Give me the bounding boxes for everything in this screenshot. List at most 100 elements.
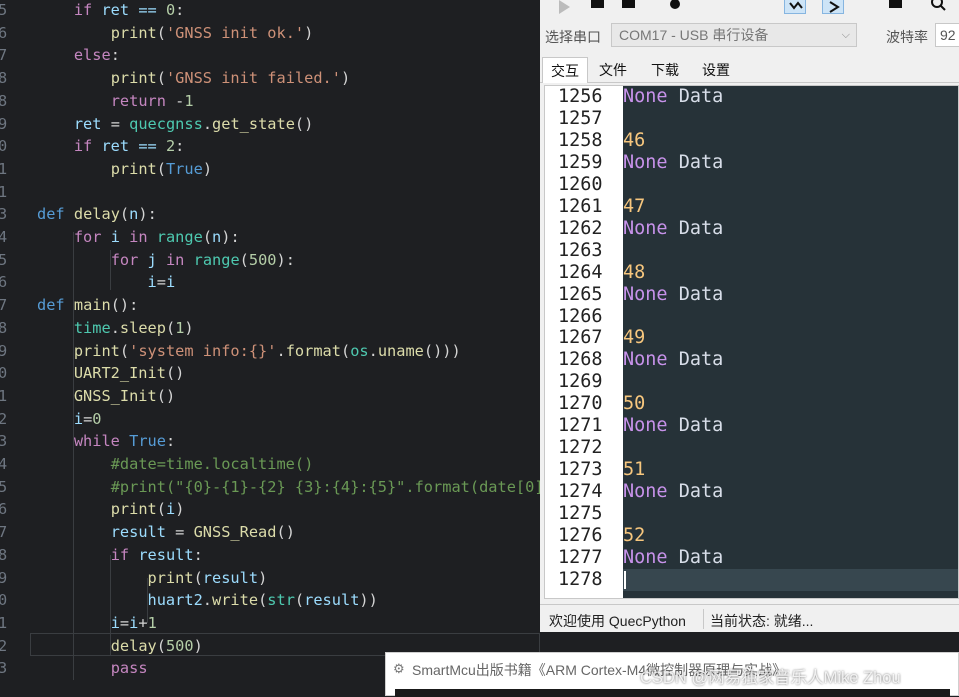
code-token: : [165, 432, 176, 451]
code-text: def delay(n): [37, 203, 157, 226]
code-text: while True: [37, 430, 175, 453]
port-select-value: COM17 - USB 串行设备 [619, 27, 769, 43]
code-token: 2 [165, 137, 176, 156]
code-token: def [37, 296, 65, 315]
console-line: None Data [623, 86, 958, 108]
baud-select-value: 92 [940, 27, 956, 43]
console-line-number-row: 1264 [545, 262, 623, 284]
code-token: ( [258, 591, 268, 610]
code-token: n [129, 205, 139, 224]
console-line-number-row: 1269 [545, 371, 623, 393]
code-text: #date=time.localtime() [37, 453, 314, 476]
code-token: ) [202, 159, 213, 178]
console-line-text: 52 [623, 525, 646, 546]
code-token: . [202, 591, 212, 610]
console-line-number-row: 1257 [545, 108, 623, 130]
code-text: huart2.write(str(result)) [37, 589, 378, 612]
serial-tool-window: 选择串口 COM17 - USB 串行设备 ⌵ 波特率 92 交互 文件 下载 … [540, 0, 959, 632]
connect-icon[interactable] [784, 0, 806, 14]
code-text: UART2_Init() [37, 362, 185, 385]
stop-icon[interactable] [587, 0, 609, 14]
console-line-number: 1263 [558, 239, 603, 261]
console-line-text: 51 [623, 459, 646, 481]
run-script-icon[interactable] [822, 0, 844, 14]
baud-select[interactable]: 92 [935, 23, 959, 47]
line-number: 5 [0, 250, 8, 269]
console-line-number-row: 1256 [545, 86, 623, 108]
console-output[interactable]: None Data 46 None Data 47 None Data 48 None Da… [623, 86, 958, 598]
code-token: 0 [165, 1, 176, 19]
console-line-text: None Data [623, 481, 723, 503]
console-line-number: 1261 [558, 195, 603, 217]
code-token: result [110, 523, 166, 542]
port-label: 选择串口 [545, 29, 601, 45]
code-token: delay [73, 205, 120, 224]
serial-console[interactable]: 1256 1257 1258 1259 1260 1261 1262 1263 1264 1265… [544, 85, 959, 599]
code-token: ())) [423, 341, 461, 360]
tab-interact[interactable]: 交互 [542, 57, 588, 83]
record-icon[interactable] [664, 0, 686, 14]
code-token: GNSS_Init [73, 386, 157, 405]
console-line-number-row: 1273 [545, 459, 623, 481]
code-token: True [165, 159, 203, 178]
data-token: Data [667, 481, 724, 503]
code-text: i=0 [37, 408, 102, 431]
watermark: CSDN @网易独家音乐人Mike Zhou [640, 669, 901, 687]
baud-label: 波特率 [886, 29, 928, 45]
console-line-number-row: 1276 [545, 525, 623, 547]
code-token: GNSS_Read [193, 523, 277, 542]
code-token: . [368, 341, 378, 360]
console-line-text: 49 [623, 327, 646, 349]
console-line: None Data [623, 481, 958, 503]
line-number: 1 [0, 159, 8, 178]
code-token: n [212, 228, 222, 246]
console-line-number-row: 1268 [545, 349, 623, 371]
code-token: os [350, 341, 369, 360]
search-icon[interactable] [927, 0, 949, 14]
code-text: pass [37, 657, 148, 680]
save-icon[interactable] [885, 0, 907, 14]
code-token: else [73, 46, 111, 65]
tab-settings[interactable]: 设置 [693, 57, 739, 83]
line-number: 2 [0, 409, 8, 428]
console-line: 47 [623, 196, 958, 218]
console-line-text: 48 [623, 261, 646, 283]
status-divider [703, 609, 704, 629]
console-line-number: 1256 [558, 86, 603, 107]
play-icon[interactable] [554, 0, 576, 14]
console-line: None Data [623, 547, 958, 569]
line-number: 1 [0, 182, 8, 201]
code-token: = [165, 523, 194, 542]
code-token: : [193, 545, 203, 564]
code-token: ( [193, 568, 203, 587]
line-number: 7 [0, 296, 8, 315]
line-number: 0 [0, 364, 8, 383]
line-number: 6 [0, 500, 8, 519]
port-select[interactable]: COM17 - USB 串行设备 ⌵ [611, 23, 857, 47]
code-token: . [276, 341, 286, 360]
console-line-number: 1274 [558, 481, 603, 503]
line-number: 8 [0, 545, 8, 564]
console-line-number: 1269 [558, 371, 603, 393]
console-line-text: None Data [623, 284, 723, 306]
tab-files[interactable]: 文件 [590, 57, 636, 83]
console-line-number-row: 1262 [545, 218, 623, 240]
data-token: Data [667, 86, 724, 107]
code-token: () [276, 523, 295, 542]
code-token: range [193, 250, 240, 269]
square-icon[interactable] [618, 0, 640, 14]
tab-download[interactable]: 下载 [642, 57, 688, 83]
code-token: for [73, 228, 102, 246]
